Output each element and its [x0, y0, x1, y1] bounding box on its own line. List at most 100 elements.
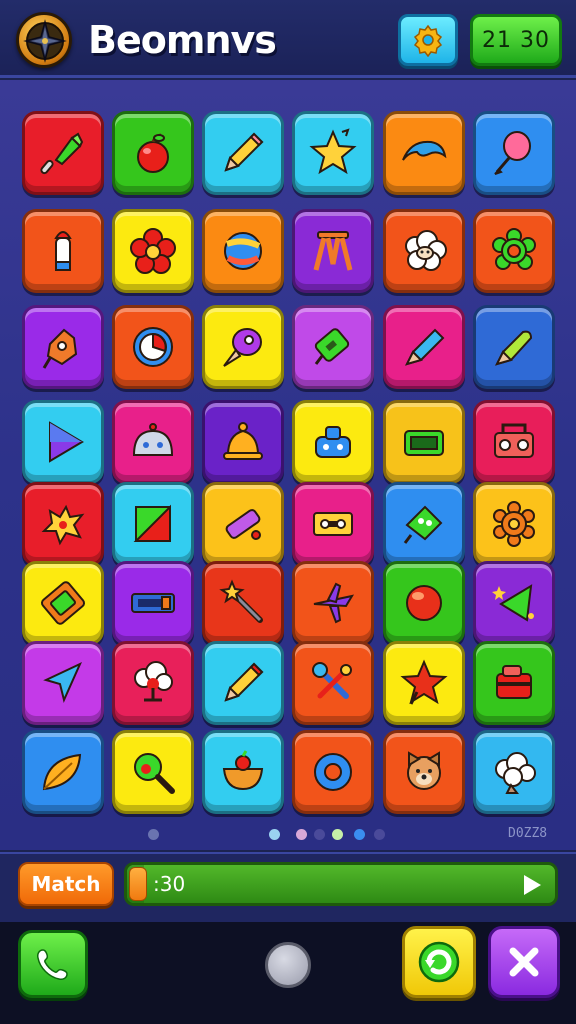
tile-gear-flower[interactable]	[473, 209, 555, 293]
cog-icon	[493, 501, 535, 547]
game-title: Beomnvs	[88, 18, 277, 62]
time-progress-bar[interactable]: :30	[124, 862, 558, 906]
pencil-2-icon	[224, 662, 264, 702]
play-triangle-icon	[49, 421, 84, 463]
eraser-icon	[225, 509, 261, 540]
rocket-icon	[223, 328, 262, 367]
card-icon	[40, 581, 86, 625]
crayon-icon	[54, 231, 72, 271]
tile-battery[interactable]	[292, 305, 374, 389]
tile-robot-head[interactable]	[292, 400, 374, 484]
magnifier-icon	[134, 753, 175, 794]
tile-crayon[interactable]	[22, 209, 104, 293]
page-dot[interactable]	[269, 829, 280, 840]
phone-icon	[37, 949, 68, 980]
tile-ball[interactable]	[202, 209, 284, 293]
tools-icon	[312, 662, 352, 699]
pen-icon	[495, 330, 533, 366]
tile-magnifier[interactable]	[112, 730, 194, 814]
tile-tree[interactable]	[112, 641, 194, 725]
tile-cloud[interactable]	[473, 730, 555, 814]
tile-boombox[interactable]	[473, 400, 555, 484]
compass-icon[interactable]	[16, 12, 72, 68]
tile-pencil-2[interactable]	[202, 641, 284, 725]
tile-easel[interactable]	[292, 209, 374, 293]
tile-magic-wand[interactable]	[202, 561, 284, 645]
boombox-icon	[494, 423, 534, 458]
magic-wand-icon	[219, 579, 263, 623]
easel-icon	[313, 231, 353, 271]
monster-icon	[403, 505, 443, 544]
balloon-icon	[494, 131, 531, 175]
cassette-icon	[313, 512, 353, 536]
page-dot[interactable]	[374, 829, 385, 840]
match-button[interactable]: Match	[18, 862, 114, 906]
tile-eraser[interactable]	[202, 482, 284, 566]
tile-play-triangle[interactable]	[22, 400, 104, 484]
tile-bell[interactable]	[202, 400, 284, 484]
page-dot[interactable]	[354, 829, 365, 840]
battery-icon	[314, 328, 350, 365]
slider-box-icon	[131, 593, 175, 613]
call-button[interactable]	[18, 930, 88, 998]
page-dot[interactable]	[148, 829, 159, 840]
ring-icon	[314, 753, 352, 791]
tile-card[interactable]	[22, 561, 104, 645]
tile-star[interactable]	[292, 111, 374, 195]
tile-splat[interactable]	[22, 482, 104, 566]
play-icon[interactable]	[521, 873, 543, 897]
tile-toolbox[interactable]	[473, 641, 555, 725]
tile-tools[interactable]	[292, 641, 374, 725]
paintbrush-icon	[40, 132, 84, 175]
tile-paintbrush[interactable]	[22, 111, 104, 195]
tile-square-slash[interactable]	[112, 482, 194, 566]
tile-robot[interactable]	[22, 305, 104, 389]
tile-orb[interactable]	[383, 561, 465, 645]
tile-wave[interactable]	[383, 111, 465, 195]
timer-badge: 21 30	[470, 14, 562, 66]
tile-ring[interactable]	[292, 730, 374, 814]
tile-apple[interactable]	[112, 111, 194, 195]
home-circle-icon[interactable]	[265, 942, 311, 988]
tile-radio[interactable]	[383, 400, 465, 484]
wave-icon	[402, 140, 447, 161]
sheep-icon	[405, 230, 447, 271]
tile-flower[interactable]	[112, 209, 194, 293]
tile-sparkle-triangle[interactable]	[473, 561, 555, 645]
game-board	[0, 80, 576, 850]
refresh-button[interactable]	[402, 926, 476, 998]
tile-monster[interactable]	[383, 482, 465, 566]
page-dot[interactable]	[332, 829, 343, 840]
tile-sheep[interactable]	[383, 209, 465, 293]
tile-dog-face[interactable]	[383, 730, 465, 814]
tile-cassette[interactable]	[292, 482, 374, 566]
action-bar: Match :30	[0, 852, 576, 922]
progress-handle[interactable]	[129, 867, 147, 901]
tile-plane[interactable]	[292, 561, 374, 645]
tile-dome[interactable]	[112, 400, 194, 484]
cloud-icon	[495, 752, 536, 794]
page-dot[interactable]	[296, 829, 307, 840]
tile-slider-box[interactable]	[112, 561, 194, 645]
tile-cog[interactable]	[473, 482, 555, 566]
tile-red-star[interactable]	[383, 641, 465, 725]
page-dot[interactable]	[314, 829, 325, 840]
tile-leaf[interactable]	[22, 730, 104, 814]
tile-pen[interactable]	[473, 305, 555, 389]
tile-bowl[interactable]	[202, 730, 284, 814]
splat-icon	[41, 504, 85, 546]
bowl-icon	[222, 750, 264, 791]
tile-rocket[interactable]	[202, 305, 284, 389]
settings-button[interactable]	[398, 14, 458, 66]
robot-icon	[42, 328, 78, 369]
plane-icon	[313, 582, 355, 624]
tile-pencil[interactable]	[202, 111, 284, 195]
tile-marker[interactable]	[383, 305, 465, 389]
tile-cursor-arrow[interactable]	[22, 641, 104, 725]
tile-balloon[interactable]	[473, 111, 555, 195]
close-button[interactable]	[488, 926, 560, 998]
bell-icon	[223, 422, 263, 460]
page-indicator	[0, 825, 576, 845]
tile-target[interactable]	[112, 305, 194, 389]
square-slash-icon	[133, 504, 171, 542]
